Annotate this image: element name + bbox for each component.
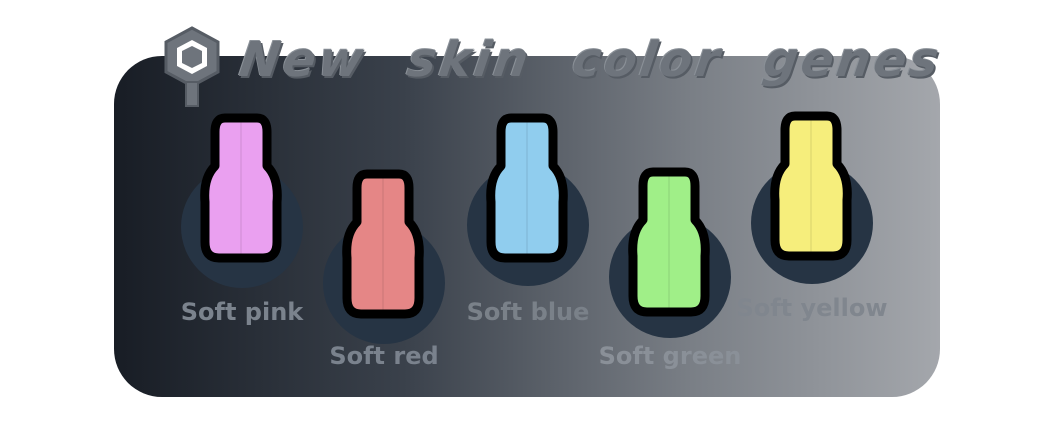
gene-capsule-icon <box>770 111 852 261</box>
gene-item-soft-pink[interactable]: Soft pink <box>176 112 306 372</box>
gene-capsule-icon <box>486 113 568 263</box>
gene-item-soft-yellow[interactable]: Soft yellow <box>736 110 888 370</box>
gene-label: Soft blue <box>466 298 590 326</box>
skin-color-genes-banner: New skin color genes Soft pink Soft red <box>0 0 1054 433</box>
gear-hex-icon <box>164 26 220 107</box>
title-bar: New skin color genes <box>150 18 945 108</box>
gene-label: Soft yellow <box>736 294 888 322</box>
gene-label: Soft green <box>598 342 742 370</box>
gene-label: Soft pink <box>180 298 304 326</box>
page-title: New skin color genes <box>236 32 945 88</box>
gene-item-soft-blue[interactable]: Soft blue <box>462 112 592 372</box>
gene-capsule-icon <box>200 113 282 263</box>
gene-label: Soft red <box>329 342 439 370</box>
gene-capsule-icon <box>628 167 710 317</box>
gene-item-soft-red[interactable]: Soft red <box>318 168 448 428</box>
gene-item-soft-green[interactable]: Soft green <box>599 166 741 426</box>
gene-capsule-icon <box>342 169 424 319</box>
